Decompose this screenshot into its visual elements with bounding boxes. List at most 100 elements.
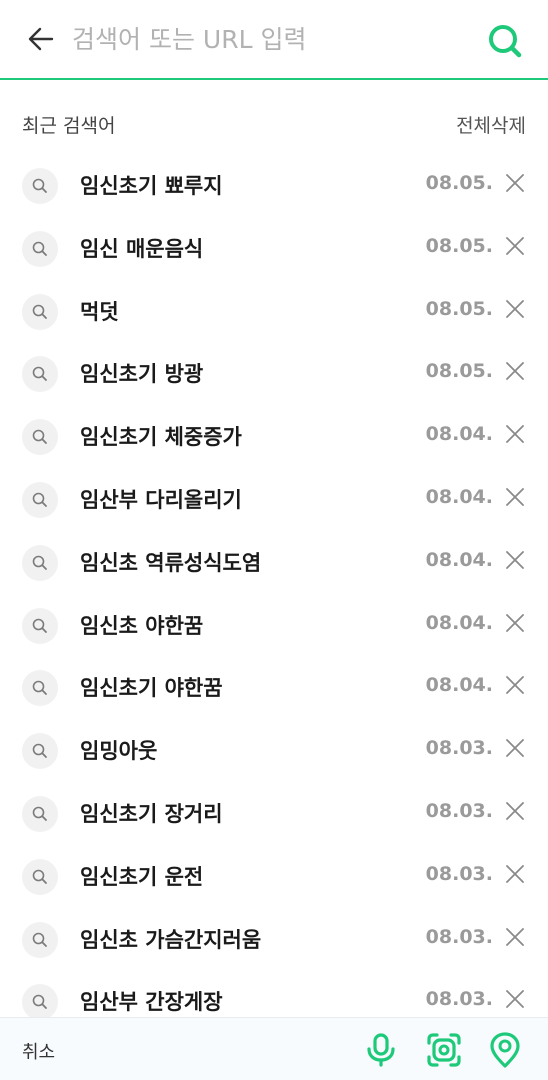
history-search-icon-wrap: [22, 795, 58, 832]
close-icon: [506, 299, 524, 318]
history-search-icon-wrap: [22, 168, 58, 204]
history-item-date: 08.03.: [425, 862, 493, 885]
history-item-delete-button[interactable]: [502, 798, 528, 824]
history-item-text: 임신초기 운전: [80, 864, 204, 889]
lens-search-button[interactable]: [425, 1031, 463, 1069]
history-item-date: 08.04.: [425, 548, 493, 571]
history-search-icon-wrap: [22, 230, 58, 267]
history-item-delete-button[interactable]: [502, 484, 528, 510]
history-item-date: 08.04.: [425, 674, 493, 697]
bottom-toolbar: 취소: [0, 1017, 548, 1080]
history-item[interactable]: 임신초 야한꿈 08.04.: [0, 594, 548, 657]
history-item[interactable]: 임신초기 체중증가 08.04.: [0, 405, 548, 468]
history-search-icon-wrap: [22, 293, 58, 330]
search-icon: [32, 429, 47, 445]
history-item-date: 08.04.: [425, 485, 493, 508]
history-item[interactable]: 임신초기 방광 08.05.: [0, 342, 548, 405]
history-item[interactable]: 임산부 다리올리기 08.04.: [0, 468, 548, 531]
history-item-delete-button[interactable]: [502, 672, 528, 698]
location-pin-icon: [490, 1032, 520, 1068]
close-icon: [506, 676, 524, 695]
history-item[interactable]: 임신초기 야한꿈 08.04.: [0, 656, 548, 719]
search-bar: [0, 0, 548, 80]
history-item-delete-button[interactable]: [502, 861, 528, 887]
history-item[interactable]: 임신 매운음식 08.05.: [0, 217, 548, 280]
search-icon: [32, 995, 47, 1010]
search-screen: 최근 검색어 전체삭제 임신초기 뾰루지08.05.임신 매운음식08.05.먹…: [0, 0, 548, 1080]
history-item[interactable]: 임밍아웃 08.03.: [0, 719, 548, 782]
search-input[interactable]: [72, 17, 462, 61]
microphone-icon: [367, 1033, 395, 1067]
history-item-text: 임밍아웃: [80, 739, 158, 764]
history-item-date: 08.04.: [425, 423, 493, 446]
history-item-delete-button[interactable]: [502, 547, 528, 573]
history-search-icon-wrap: [22, 419, 58, 456]
history-search-icon-wrap: [22, 481, 58, 518]
close-icon: [506, 174, 524, 192]
history-item-delete-button[interactable]: [502, 610, 528, 636]
search-icon: [32, 178, 47, 193]
history-item[interactable]: 임신초기 뾰루지 08.05.: [0, 154, 548, 217]
history-item[interactable]: 임신초기 운전 08.03.: [0, 845, 548, 908]
history-search-icon-wrap: [22, 921, 58, 958]
close-icon: [506, 927, 524, 946]
history-item-text: 임신초 야한꿈: [80, 613, 204, 638]
location-search-button[interactable]: [486, 1031, 524, 1069]
search-button[interactable]: [484, 20, 526, 62]
cancel-button[interactable]: 취소: [22, 1038, 55, 1064]
close-icon: [506, 425, 524, 444]
history-item-text: 임신초기 뾰루지: [80, 174, 223, 198]
history-item-date: 08.03.: [425, 988, 493, 1011]
search-icon: [32, 806, 47, 821]
recent-searches-header: 최근 검색어 전체삭제: [0, 104, 548, 144]
search-icon: [32, 743, 47, 759]
recent-searches-title: 최근 검색어: [22, 114, 116, 137]
history-search-icon-wrap: [22, 356, 58, 393]
delete-all-button[interactable]: 전체삭제: [456, 111, 526, 138]
history-item-delete-button[interactable]: [502, 296, 528, 322]
close-icon: [506, 802, 524, 820]
history-item-text: 임신초기 방광: [80, 362, 204, 387]
back-button[interactable]: [20, 18, 62, 60]
history-item-date: 08.03.: [425, 799, 493, 822]
history-item-delete-button[interactable]: [502, 735, 528, 761]
history-item-text: 임신초기 체중증가: [80, 425, 242, 450]
search-icon: [32, 241, 47, 256]
history-item-delete-button[interactable]: [502, 233, 528, 259]
history-item-delete-button[interactable]: [502, 924, 528, 950]
history-item[interactable]: 임신초 가슴간지러움 08.03.: [0, 908, 548, 971]
close-icon: [506, 550, 524, 569]
history-search-icon-wrap: [22, 984, 58, 1021]
history-item[interactable]: 임신초 역류성식도염 08.04.: [0, 531, 548, 594]
history-item-text: 임신초기 야한꿈: [80, 676, 223, 701]
history-item-date: 08.05.: [425, 172, 493, 194]
search-icon: [32, 869, 47, 884]
close-icon: [506, 990, 524, 1009]
history-item[interactable]: 임신초기 장거리 08.03.: [0, 782, 548, 845]
close-icon: [506, 613, 524, 632]
history-item-delete-button[interactable]: [502, 358, 528, 384]
search-icon: [32, 555, 47, 570]
history-item-text: 임신초 역류성식도염: [80, 550, 262, 575]
history-item-date: 08.05.: [425, 234, 493, 257]
history-item-text: 임신초 가슴간지러움: [80, 927, 262, 952]
history-item-delete-button[interactable]: [502, 170, 528, 196]
close-icon: [506, 864, 524, 883]
history-item-delete-button[interactable]: [502, 421, 528, 447]
voice-search-button[interactable]: [362, 1031, 400, 1069]
history-item-text: 임산부 간장게장: [80, 990, 223, 1015]
close-icon: [506, 739, 524, 758]
close-icon: [506, 488, 524, 506]
arrow-left-icon: [28, 27, 54, 51]
history-search-icon-wrap: [22, 670, 58, 707]
search-icon: [32, 492, 47, 507]
search-icon: [32, 367, 47, 382]
history-search-icon-wrap: [22, 733, 58, 770]
close-icon: [506, 362, 524, 381]
history-search-icon-wrap: [22, 544, 58, 581]
history-item-text: 먹덧: [80, 299, 119, 324]
history-item[interactable]: 먹덧 08.05.: [0, 280, 548, 343]
search-icon: [32, 618, 47, 633]
search-icon: [32, 681, 47, 696]
history-item-delete-button[interactable]: [502, 986, 528, 1012]
